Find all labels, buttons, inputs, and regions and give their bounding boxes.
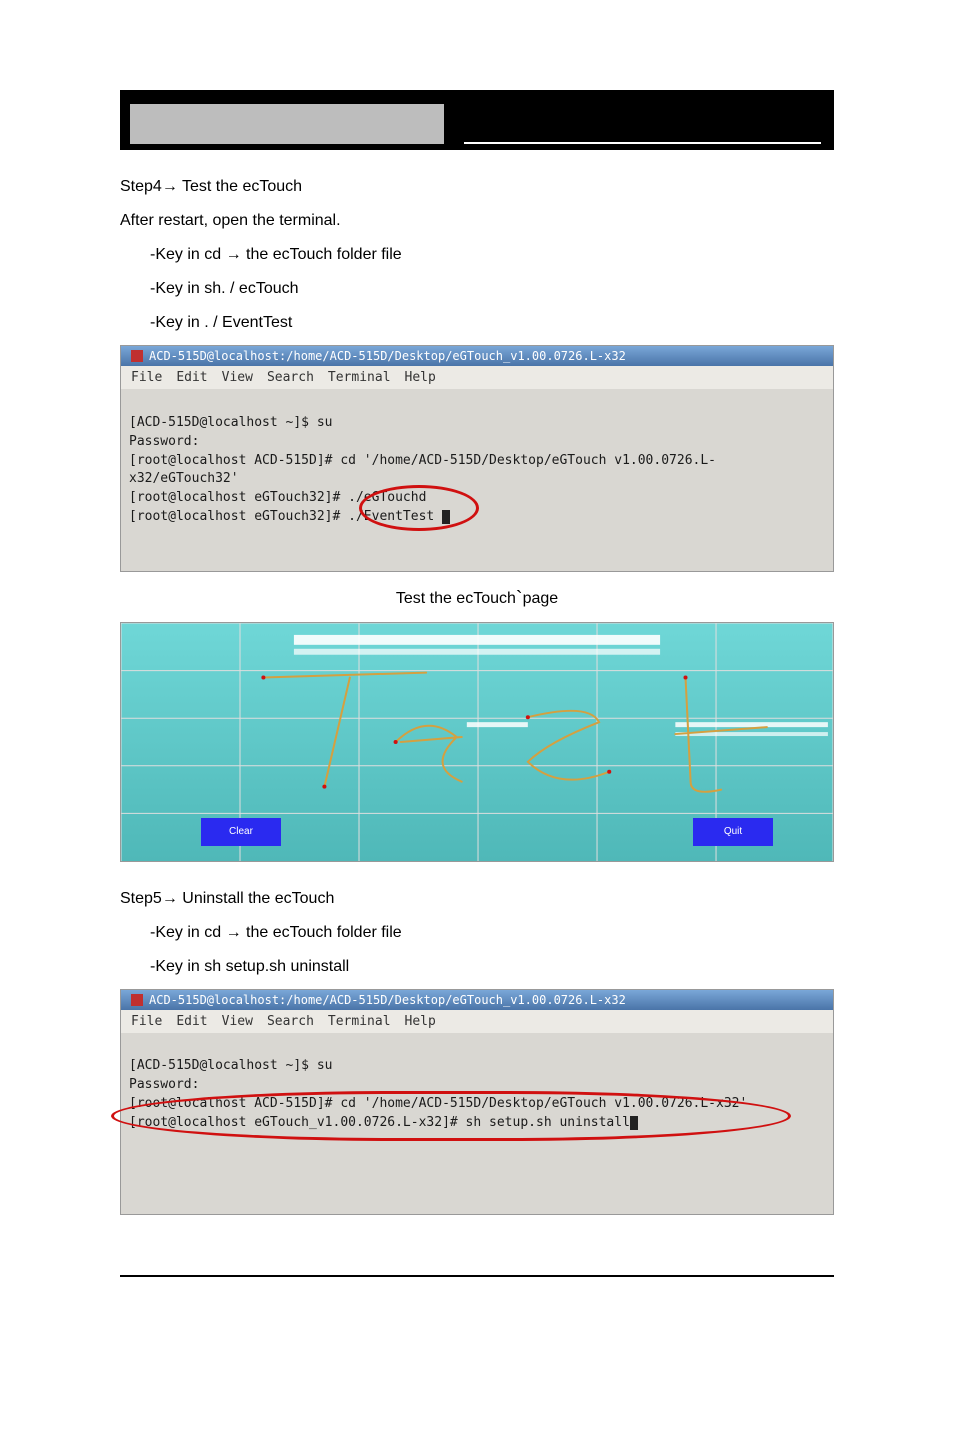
page-footer: Chapter 4 Driver Installation 4-9 (120, 1283, 834, 1297)
step4-heading: Step4→ Test the ecTouch (120, 175, 834, 199)
term1-body: [ACD-515D@localhost ~]$ su Password: [ro… (121, 389, 833, 571)
footer-chapter: Chapter 4 Driver Installation (120, 1283, 269, 1297)
terminal-1: ACD-515D@localhost:/home/ACD-515D/Deskto… (120, 345, 834, 572)
header-tabbar: 15" XGA Fanless Panel PC ACD-515D (120, 90, 834, 150)
term2-menubar: File Edit View Search Terminal Help (121, 1010, 833, 1033)
term2-l0: [ACD-515D@localhost ~]$ su (129, 1058, 333, 1073)
menu-file[interactable]: File (131, 370, 162, 385)
terminal-2: ACD-515D@localhost:/home/ACD-515D/Deskto… (120, 989, 834, 1216)
footer-rule (120, 1275, 834, 1277)
step5-sub0: -Key in cd → the ecTouch folder file (150, 921, 834, 945)
clear-label: Clear (229, 826, 253, 837)
menu-search-2[interactable]: Search (267, 1014, 314, 1029)
step4-sub1: -Key in cd → the ecTouch folder file (150, 243, 834, 267)
menu-file-2[interactable]: File (131, 1014, 162, 1029)
step5-sub1: -Key in sh setup.sh uninstall (150, 955, 834, 979)
menu-edit[interactable]: Edit (176, 370, 207, 385)
term1-title-text: ACD-515D@localhost:/home/ACD-515D/Deskto… (149, 349, 626, 363)
terminal-icon (131, 350, 143, 362)
menu-terminal[interactable]: Terminal (328, 370, 391, 385)
menu-help[interactable]: Help (405, 370, 436, 385)
terminal-icon (131, 994, 143, 1006)
term2-title-text: ACD-515D@localhost:/home/ACD-515D/Deskto… (149, 993, 626, 1007)
tab-product-label: ACD-515D (609, 115, 677, 131)
term1-titlebar: ACD-515D@localhost:/home/ACD-515D/Deskto… (121, 346, 833, 366)
menu-view-2[interactable]: View (222, 1014, 253, 1029)
term2-titlebar: ACD-515D@localhost:/home/ACD-515D/Deskto… (121, 990, 833, 1010)
quit-label: Quit (724, 826, 742, 837)
term2-body: [ACD-515D@localhost ~]$ su Password: [ro… (121, 1033, 833, 1215)
clear-button[interactable]: Clear (201, 818, 281, 846)
menu-search[interactable]: Search (267, 370, 314, 385)
menu-help-2[interactable]: Help (405, 1014, 436, 1029)
step4-sub0: After restart, open the terminal. (120, 209, 834, 233)
quit-button[interactable]: Quit (693, 818, 773, 846)
eventtest-window: Clear Quit (120, 622, 834, 862)
step4-section: Step4→ Test the ecTouch After restart, o… (120, 175, 834, 335)
test-caption: Test the ecTouch`page (120, 582, 834, 612)
step5-section: Step5→ Uninstall the ecTouch -Key in cd … (120, 887, 834, 979)
term2-l1: Password: (129, 1077, 199, 1092)
tab-model-label: 15" XGA Fanless Panel PC (202, 116, 371, 132)
step4-sub3: -Key in . / EventTest (150, 311, 834, 335)
footer-page: 4-9 (817, 1283, 834, 1297)
menu-edit-2[interactable]: Edit (176, 1014, 207, 1029)
term1-l0: [ACD-515D@localhost ~]$ su (129, 415, 333, 430)
red-circle-annotation-1 (359, 485, 479, 531)
term1-menubar: File Edit View Search Terminal Help (121, 366, 833, 389)
menu-terminal-2[interactable]: Terminal (328, 1014, 391, 1029)
step5-heading: Step5→ Uninstall the ecTouch (120, 887, 834, 911)
term1-l2: [root@localhost ACD-515D]# cd '/home/ACD… (129, 453, 716, 487)
tab-product: ACD-515D (464, 104, 821, 144)
tab-model: 15" XGA Fanless Panel PC (130, 104, 444, 144)
red-circle-annotation-2 (111, 1091, 791, 1141)
menu-view[interactable]: View (222, 370, 253, 385)
step4-sub2: -Key in sh. / ecTouch (150, 277, 834, 301)
term1-l1: Password: (129, 434, 199, 449)
